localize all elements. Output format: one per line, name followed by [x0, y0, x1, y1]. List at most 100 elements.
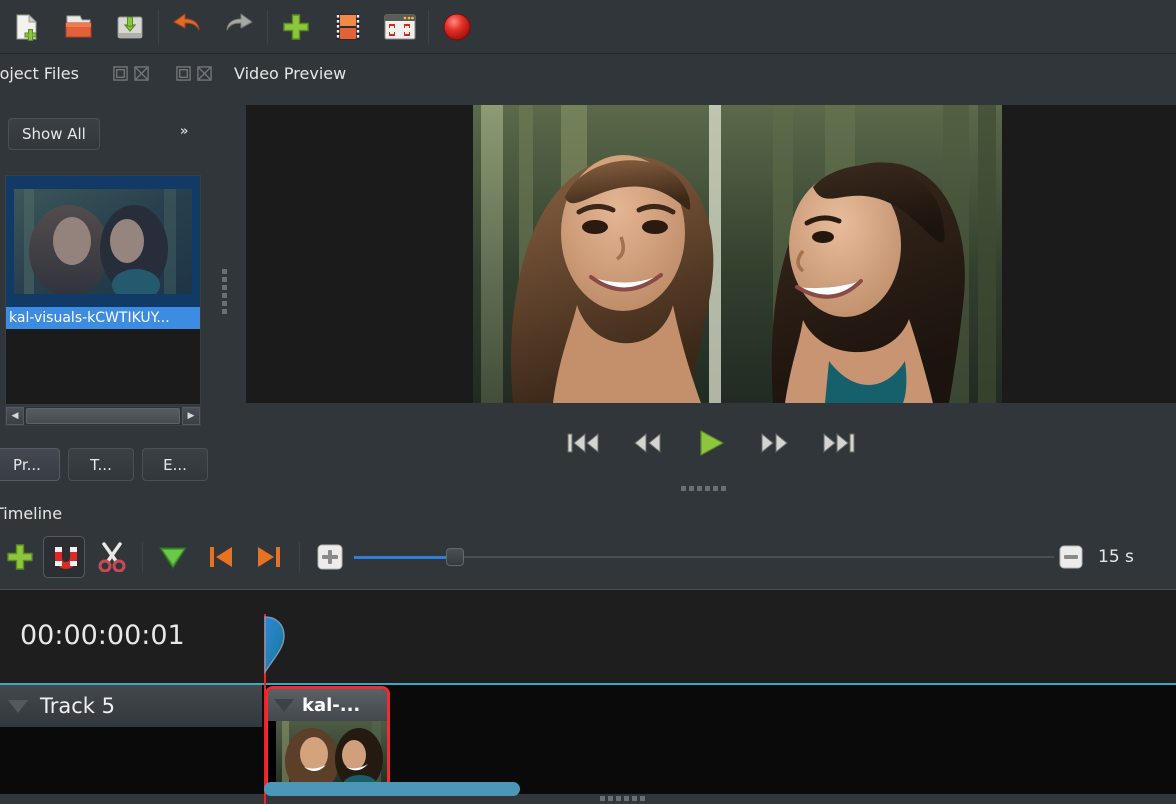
preview-image-content	[473, 105, 1002, 403]
toolbar-separator-3	[428, 9, 429, 44]
skip-to-start-icon	[567, 432, 599, 454]
fast-forward-button[interactable]	[755, 426, 795, 460]
add-track-button[interactable]	[0, 535, 40, 579]
export-video-button[interactable]	[431, 5, 483, 49]
track-header-track-5[interactable]: Track 5	[0, 685, 262, 727]
project-panel-tabs: Pr... T... E...	[0, 448, 208, 481]
vertical-splitter-handle[interactable]	[218, 96, 230, 486]
redo-arrow-icon	[226, 13, 253, 30]
new-file-icon	[16, 13, 38, 41]
center-playhead-button[interactable]	[306, 535, 354, 579]
record-red-circle-icon	[443, 13, 471, 40]
show-all-label: Show All	[22, 125, 86, 143]
razor-tool-button[interactable]	[88, 535, 136, 579]
scissors-icon	[98, 542, 126, 572]
timeline-header: Timeline	[0, 498, 62, 528]
toolbar-separator-2	[267, 9, 268, 44]
next-marker-icon	[258, 547, 280, 567]
track-label: Track 5	[40, 694, 115, 718]
undo-arrow-icon	[173, 13, 200, 30]
tab-effects[interactable]: E...	[142, 448, 208, 481]
plus-icon	[7, 544, 33, 570]
chevron-down-icon[interactable]	[8, 699, 28, 713]
add-marker-button[interactable]	[149, 535, 197, 579]
playhead-timecode: 00:00:00:01	[20, 620, 185, 651]
open-project-button[interactable]	[52, 5, 104, 49]
tab-transitions[interactable]: T...	[68, 448, 134, 481]
openshot-window: Project Files Show All »	[0, 0, 1176, 804]
zoom-level-label: 15 s	[1098, 547, 1134, 567]
zoom-out-button[interactable]	[1054, 535, 1088, 579]
close-panel-icon[interactable]	[197, 65, 212, 81]
video-preview-header: Video Preview	[176, 58, 346, 88]
magnet-icon	[55, 547, 77, 569]
tab-label: T...	[90, 455, 112, 474]
skip-to-end-icon	[823, 432, 855, 454]
clip-label: kal-...	[302, 694, 361, 716]
zoom-slider-handle[interactable]	[446, 548, 464, 566]
float-panel-icon[interactable]	[113, 65, 128, 81]
tab-project-files[interactable]: Pr...	[0, 448, 60, 481]
undo-button[interactable]	[161, 5, 213, 49]
arrow-left-icon[interactable]: ◀	[6, 407, 24, 425]
main-toolbar	[0, 0, 1176, 54]
center-timeline-icon	[317, 544, 343, 570]
horizontal-splitter-handle[interactable]	[230, 478, 1176, 498]
timeline-playhead[interactable]	[264, 614, 286, 804]
previous-marker-icon	[210, 547, 232, 567]
timeline-bottom-bar	[0, 794, 1176, 804]
bottom-splitter-handle[interactable]	[600, 796, 645, 801]
toolbar-separator-1	[158, 9, 159, 44]
title-editor-button[interactable]	[374, 5, 426, 49]
animated-title-icon	[384, 14, 416, 39]
jump-to-end-button[interactable]	[819, 426, 859, 460]
rewind-icon	[634, 432, 661, 454]
video-preview-canvas[interactable]	[246, 105, 1176, 403]
project-files-hscrollbar[interactable]: ◀ ▶	[5, 406, 201, 426]
filmstrip-icon	[336, 13, 360, 40]
project-files-title: Project Files	[0, 63, 79, 83]
close-panel-icon[interactable]	[134, 65, 149, 81]
project-file-label[interactable]: kal-visuals-kCWTIKUY...	[6, 307, 200, 329]
thumbnail-image	[14, 189, 192, 294]
timeline-title: Timeline	[0, 503, 63, 523]
chevron-double-right-icon[interactable]: »	[180, 124, 189, 139]
float-panel-icon[interactable]	[176, 65, 191, 81]
playback-controls	[246, 418, 1176, 468]
open-folder-icon	[65, 15, 92, 37]
tab-label: E...	[163, 455, 187, 474]
playhead-marker-icon[interactable]	[264, 614, 286, 676]
clip-thumbnail-image	[276, 721, 387, 783]
fast-forward-icon	[761, 432, 788, 454]
import-files-button[interactable]	[270, 5, 322, 49]
previous-marker-button[interactable]	[197, 535, 245, 579]
timeline-track-area[interactable]: Track 5 kal-...	[0, 683, 1176, 804]
arrow-right-icon[interactable]: ▶	[182, 407, 200, 425]
new-project-button[interactable]	[0, 5, 52, 49]
marker-triangle-icon	[159, 547, 187, 569]
timeline-separator-2	[299, 542, 300, 572]
play-button[interactable]	[691, 426, 731, 460]
rewind-button[interactable]	[627, 426, 667, 460]
timeline-horizontal-scrollbar[interactable]	[264, 782, 520, 796]
timeline-toolbar: 15 s	[0, 532, 1176, 582]
save-project-button[interactable]	[104, 5, 156, 49]
redo-button[interactable]	[213, 5, 265, 49]
project-files-list[interactable]: kal-visuals-kCWTIKUY...	[5, 175, 201, 405]
scrollbar-thumb[interactable]	[26, 408, 180, 424]
video-preview-title: Video Preview	[234, 63, 347, 83]
jump-to-start-button[interactable]	[563, 426, 603, 460]
play-icon	[700, 430, 724, 456]
tab-label: Pr...	[13, 455, 41, 474]
snapping-toggle-button[interactable]	[43, 536, 85, 578]
show-all-button[interactable]: Show All	[8, 118, 100, 150]
next-marker-button[interactable]	[245, 535, 293, 579]
choose-profile-button[interactable]	[322, 5, 374, 49]
preview-frame-image	[473, 105, 1002, 403]
timeline-zoom-slider[interactable]	[354, 547, 1054, 567]
save-disk-icon	[117, 16, 143, 38]
plus-icon	[283, 13, 309, 40]
timeline-separator-1	[142, 542, 143, 572]
project-file-thumbnail[interactable]	[6, 176, 200, 307]
zoom-out-icon	[1059, 545, 1083, 569]
